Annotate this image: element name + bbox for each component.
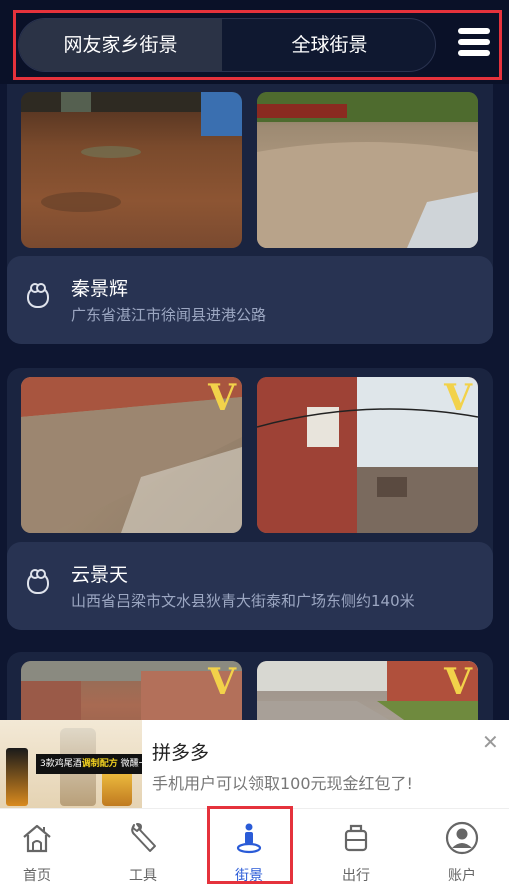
nav-label: 出行 bbox=[342, 868, 370, 884]
nav-label: 街景 bbox=[235, 868, 263, 884]
streetview-thumbnail[interactable]: V bbox=[21, 377, 242, 533]
streetview-card[interactable]: V V 云景天 山西省吕梁市文水县狄青大街泰和广场东侧约140米 bbox=[7, 368, 493, 630]
streetview-thumbnail[interactable] bbox=[21, 92, 242, 248]
vr-badge-icon: V bbox=[208, 377, 236, 419]
card-info[interactable]: 云景天 山西省吕梁市文水县狄青大街泰和广场东侧约140米 bbox=[7, 542, 493, 630]
top-bar: 网友家乡街景 全球街景 bbox=[0, 0, 509, 84]
ad-title[interactable]: 拼多多 bbox=[152, 738, 209, 765]
nav-item-travel[interactable]: 出行 bbox=[306, 809, 406, 884]
dirt-yard-scene bbox=[21, 92, 242, 212]
nav-label: 首页 bbox=[23, 868, 51, 884]
user-avatar-icon bbox=[445, 821, 479, 855]
location-address: 山西省吕梁市文水县狄青大街泰和广场东侧约140米 bbox=[71, 592, 415, 610]
streetview-thumbnail[interactable]: V bbox=[257, 377, 478, 533]
vr-badge-icon: V bbox=[444, 377, 472, 419]
tab-netizen-hometown[interactable]: 网友家乡街景 bbox=[19, 19, 222, 71]
ad-image-caption: 3款鸡尾酒调制配方 微醺一下~ bbox=[36, 754, 142, 774]
streetview-card[interactable]: 秦景辉 广东省湛江市徐闻县进港公路 bbox=[7, 84, 493, 344]
nav-label: 账户 bbox=[448, 868, 476, 884]
streetview-thumbnail[interactable] bbox=[257, 92, 478, 248]
home-icon bbox=[23, 824, 51, 853]
uploader-name: 云景天 bbox=[71, 564, 129, 586]
card-info[interactable]: 秦景辉 广东省湛江市徐闻县进港公路 bbox=[7, 256, 493, 344]
luggage-icon bbox=[344, 824, 368, 852]
nav-item-home[interactable]: 首页 bbox=[0, 809, 87, 884]
nav-item-account[interactable]: 账户 bbox=[412, 809, 509, 884]
hamburger-menu-icon[interactable] bbox=[454, 28, 494, 64]
uploader-name: 秦景辉 bbox=[71, 278, 129, 300]
person-location-icon bbox=[236, 823, 262, 854]
vr-badge-icon: V bbox=[208, 661, 236, 703]
avatar-icon bbox=[27, 569, 49, 594]
nav-item-streetview[interactable]: 街景 bbox=[199, 809, 299, 884]
location-address: 广东省湛江市徐闻县进港公路 bbox=[71, 306, 267, 324]
tab-global-streetview[interactable]: 全球街景 bbox=[222, 19, 435, 71]
close-icon[interactable]: ✕ bbox=[482, 730, 499, 754]
nav-label: 工具 bbox=[129, 868, 157, 884]
wrench-icon bbox=[131, 823, 156, 852]
ad-description[interactable]: 手机用户可以领取100元现金红包了! bbox=[152, 770, 413, 794]
ad-image[interactable]: 3款鸡尾酒调制配方 微醺一下~ bbox=[0, 720, 142, 808]
vr-badge-icon: V bbox=[444, 661, 472, 703]
road-scene bbox=[257, 92, 478, 248]
ad-banner[interactable]: 3款鸡尾酒调制配方 微醺一下~ 拼多多 手机用户可以领取100元现金红包了! ✕ bbox=[0, 720, 509, 808]
avatar-icon bbox=[27, 283, 49, 308]
street-view-segmented-control: 网友家乡街景 全球街景 bbox=[18, 18, 436, 72]
cocktail-glass bbox=[102, 770, 132, 806]
bottom-navigation: 首页 工具 街景 出行 账户 bbox=[0, 808, 509, 884]
cocktail-glass bbox=[6, 748, 28, 806]
nav-item-tools[interactable]: 工具 bbox=[93, 809, 193, 884]
